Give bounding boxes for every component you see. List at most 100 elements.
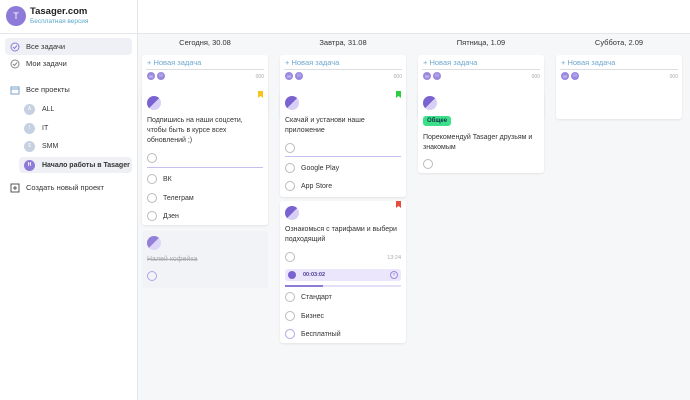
column-title: Пятница, 1.09: [456, 38, 506, 47]
timer-stop-icon[interactable]: ×: [390, 271, 398, 279]
card-avatar: [147, 236, 161, 250]
subtask-item[interactable]: Дзен: [147, 211, 179, 221]
subtask-item[interactable]: ВК: [147, 174, 172, 184]
nav-all-tasks-label: Все задачи: [26, 42, 66, 51]
projects-icon: [10, 85, 20, 95]
assignee-avatar[interactable]: Н: [423, 72, 431, 80]
brand-title: Tasager.com: [30, 6, 88, 17]
project-item-smm[interactable]: S SMM: [19, 138, 132, 154]
task-card-tariffs[interactable]: Ознакомься с тарифами и выбери подходящи…: [280, 201, 406, 343]
project-avatar: I: [24, 122, 35, 134]
new-task-panel: + Новая задача Н ⚇ 000: [556, 55, 682, 119]
new-task-button[interactable]: + Новая задача: [285, 58, 339, 67]
assignee-avatar[interactable]: Н: [285, 72, 293, 80]
subtask-checkbox[interactable]: [147, 211, 157, 221]
new-task-label: Новая задача: [291, 58, 340, 67]
divider: [147, 167, 263, 168]
task-card-social[interactable]: Подпишись на наши соцсети, чтобы быть в …: [142, 91, 268, 225]
timer-bar[interactable]: 00:03:02 ×: [285, 269, 401, 281]
user-icon[interactable]: ⚇: [433, 72, 441, 80]
column-title: Сегодня, 30.08: [179, 38, 231, 47]
subtask-checkbox[interactable]: [147, 174, 157, 184]
my-tasks-icon: [10, 59, 20, 69]
subtask-label: ВК: [163, 175, 172, 183]
logo: T: [6, 6, 26, 26]
task-time: 13:24: [387, 255, 401, 261]
subtask-checkbox[interactable]: [285, 181, 295, 191]
subtask-checkbox[interactable]: [147, 193, 157, 203]
nav-my-tasks[interactable]: Мои задачи: [5, 55, 132, 72]
user-icon[interactable]: ⚇: [295, 72, 303, 80]
task-title: Порекомендуй Tasager друзьям и знакомым: [423, 134, 533, 151]
sidebar: T Tasager.com Бесплатная версия Все зада…: [0, 0, 138, 400]
complete-checkbox[interactable]: [423, 159, 433, 169]
assignee-avatar[interactable]: Н: [147, 72, 155, 80]
subtask-item[interactable]: App Store: [285, 181, 332, 191]
project-label: IT: [42, 124, 49, 132]
plus-square-icon: [10, 183, 20, 193]
nav-all-projects[interactable]: Все проекты: [5, 81, 132, 98]
divider: [146, 69, 264, 70]
flag-icon[interactable]: [396, 91, 401, 98]
timer-play-icon[interactable]: [288, 271, 296, 279]
more-icon[interactable]: 000: [256, 74, 264, 80]
card-avatar: [423, 96, 437, 110]
task-title: Скачай и установи наше приложение: [285, 117, 365, 134]
nav-all-projects-label: Все проекты: [26, 85, 70, 94]
subtask-checkbox[interactable]: [285, 163, 295, 173]
subtask-checkbox[interactable]: [285, 292, 295, 302]
subtask-item[interactable]: Бесплатный: [285, 329, 341, 339]
divider: [422, 69, 540, 70]
flag-icon[interactable]: [396, 201, 401, 208]
progress-fill: [285, 285, 323, 287]
complete-checkbox[interactable]: [285, 143, 295, 153]
subtask-label: Google Play: [301, 164, 340, 172]
project-avatar: S: [24, 140, 35, 152]
assignee-avatar[interactable]: Н: [561, 72, 569, 80]
column-title: Суббота, 2.09: [594, 38, 644, 47]
complete-checkbox[interactable]: [147, 153, 157, 163]
more-icon[interactable]: 000: [532, 74, 540, 80]
task-card-app[interactable]: Скачай и установи наше приложение Google…: [280, 91, 406, 197]
divider: [285, 156, 401, 157]
subtask-item[interactable]: Google Play: [285, 163, 339, 173]
column-title: Завтра, 31.08: [319, 38, 367, 47]
complete-checkbox[interactable]: [285, 252, 295, 262]
subtask-item[interactable]: Телеграм: [147, 193, 194, 203]
subtask-label: Бизнес: [301, 312, 324, 320]
more-icon[interactable]: 000: [394, 74, 402, 80]
subtask-item[interactable]: Стандарт: [285, 292, 332, 302]
nav-my-tasks-label: Мои задачи: [26, 59, 67, 68]
timer-value: 00:03:02: [303, 272, 326, 278]
divider: [560, 69, 678, 70]
project-item-getting-started[interactable]: Н Начало работы в Tasager: [19, 157, 132, 173]
tag-badge[interactable]: Общее: [423, 116, 452, 126]
brand-header: T Tasager.com Бесплатная версия: [0, 0, 138, 34]
new-task-button[interactable]: + Новая задача: [147, 58, 201, 67]
flag-icon[interactable]: [258, 91, 263, 98]
brand-subtitle[interactable]: Бесплатная версия: [30, 18, 88, 25]
create-project-label: Создать новый проект: [26, 183, 104, 192]
top-bar: [138, 0, 690, 34]
subtask-item[interactable]: Бизнес: [285, 311, 324, 321]
task-title: Налей кофейка: [147, 256, 198, 263]
card-avatar: [285, 206, 299, 220]
project-label: Начало работы в Tasager: [42, 161, 130, 169]
project-item-it[interactable]: I IT: [19, 120, 132, 136]
user-icon[interactable]: ⚇: [157, 72, 165, 80]
project-item-all[interactable]: A ALL: [19, 101, 132, 117]
subtask-checkbox[interactable]: [285, 311, 295, 321]
user-icon[interactable]: ⚇: [571, 72, 579, 80]
task-card-coffee[interactable]: Налей кофейка: [142, 231, 268, 288]
project-avatar: A: [24, 103, 35, 115]
subtask-checkbox[interactable]: [285, 329, 295, 339]
task-card-recommend[interactable]: Общее Порекомендуй Tasager друзьям и зна…: [418, 91, 544, 173]
task-title: Подпишись на наши соцсети, чтобы быть в …: [147, 117, 243, 144]
nav-all-tasks[interactable]: Все задачи: [5, 38, 132, 55]
create-project-button[interactable]: Создать новый проект: [5, 179, 132, 196]
complete-checkbox[interactable]: [147, 271, 157, 281]
new-task-button[interactable]: + Новая задача: [561, 58, 615, 67]
more-icon[interactable]: 000: [670, 74, 678, 80]
card-avatar: [285, 96, 299, 110]
new-task-button[interactable]: + Новая задача: [423, 58, 477, 67]
